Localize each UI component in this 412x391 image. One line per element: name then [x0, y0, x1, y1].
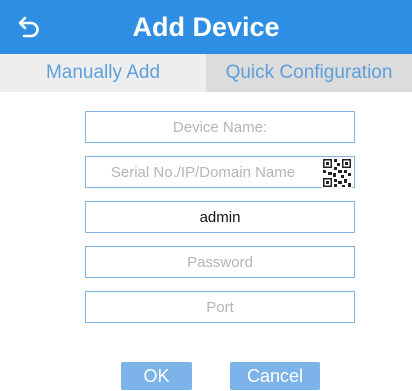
ok-button[interactable]: OK	[121, 362, 192, 390]
serial-input[interactable]	[86, 157, 354, 187]
device-name-field	[85, 111, 355, 143]
device-name-input[interactable]	[86, 112, 354, 142]
page-title: Add Device	[132, 12, 280, 42]
serial-field	[85, 156, 355, 188]
username-field	[85, 201, 355, 233]
port-field	[85, 291, 355, 323]
tab-quick-configuration[interactable]: Quick Configuration	[206, 54, 412, 92]
tab-manually-add[interactable]: Manually Add	[0, 54, 206, 92]
password-input[interactable]	[86, 247, 354, 277]
tab-bar: Manually Add Quick Configuration	[0, 54, 412, 92]
action-buttons: OK Cancel	[0, 362, 412, 390]
add-device-form	[85, 111, 355, 336]
qr-code-icon[interactable]	[322, 158, 352, 188]
port-input[interactable]	[86, 292, 354, 322]
username-input[interactable]	[86, 202, 354, 232]
cancel-button[interactable]: Cancel	[230, 362, 320, 390]
password-field	[85, 246, 355, 278]
header-bar: Add Device	[0, 0, 412, 54]
